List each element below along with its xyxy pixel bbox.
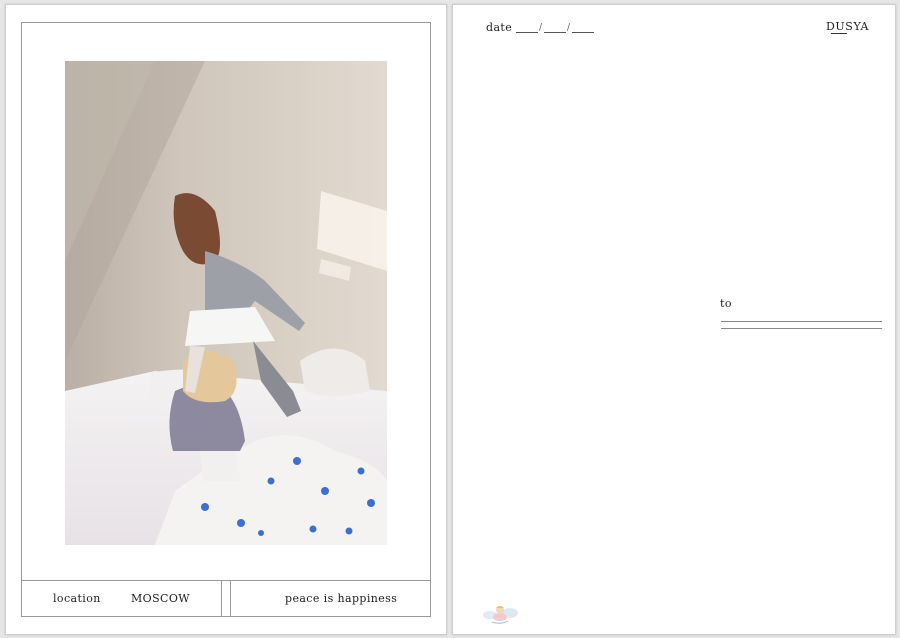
postcard-back: date / / DUSYA to [452,4,896,635]
bedroom-photo [65,61,387,545]
caption-strip: location MOSCOW peace is happiness [21,580,431,617]
date-label: date [486,21,513,34]
date-day-blank [516,32,538,33]
date-year-blank [572,32,594,33]
address-line [721,321,882,322]
brand-logo-text: DUSYA [826,20,869,33]
postcard-front: location MOSCOW peace is happiness [5,4,447,635]
location-value: MOSCOW [131,592,190,605]
date-separator: / [539,23,543,33]
motto-text: peace is happiness [285,592,398,605]
to-label: to [720,297,732,310]
brand-underline [831,33,847,34]
date-separator: / [567,23,571,33]
address-line [721,328,882,329]
strip-divider [230,581,231,617]
date-month-blank [544,32,566,33]
strip-divider [221,581,222,617]
angel-icon [480,603,520,629]
location-label: location [53,592,101,605]
